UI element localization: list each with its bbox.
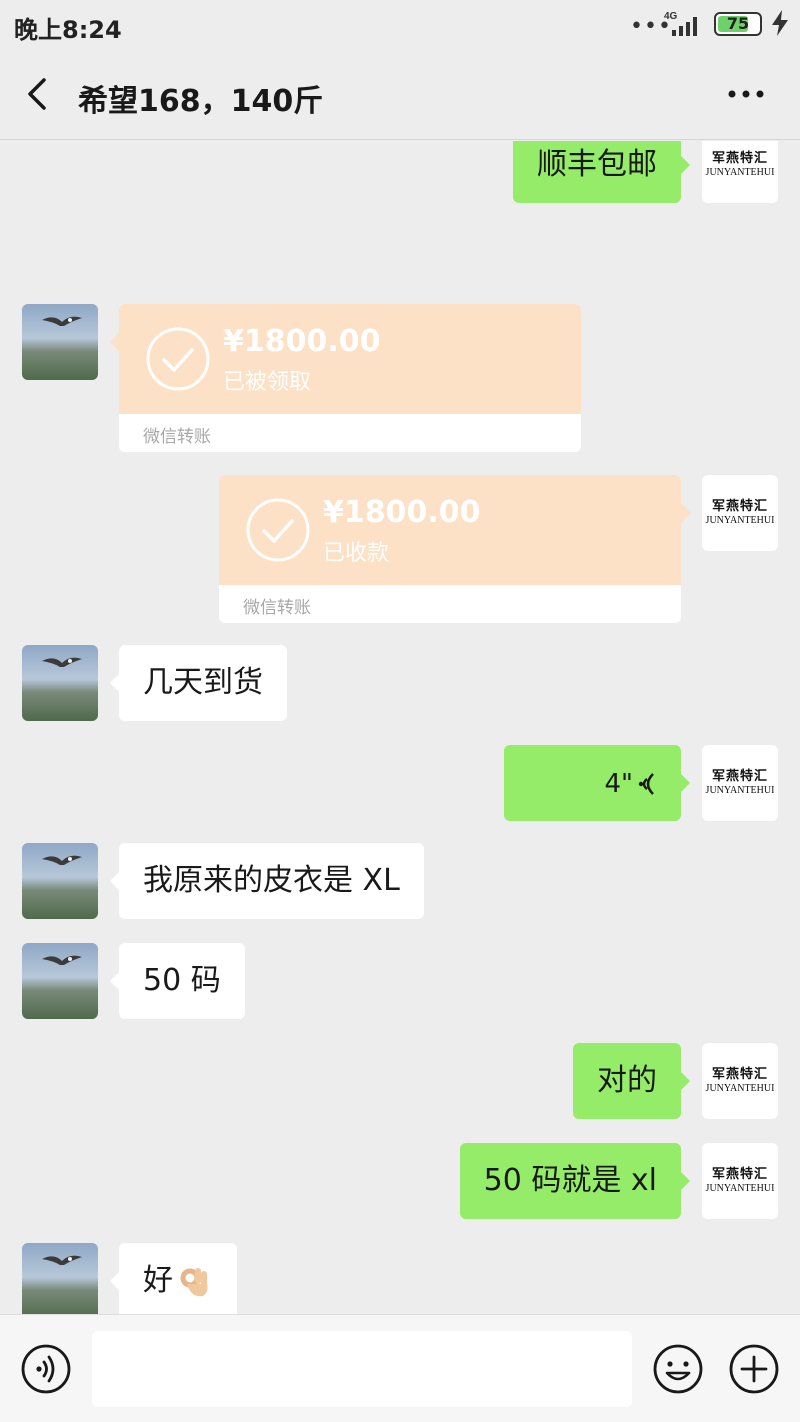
- transfer-label: 微信转账: [143, 427, 211, 447]
- message-bubble[interactable]: 50 码就是 xl: [459, 1143, 691, 1219]
- status-time: 晚上8:24: [14, 16, 122, 44]
- battery-icon: 75: [714, 12, 762, 36]
- message-bubble[interactable]: 我原来的皮衣是 XL: [110, 843, 424, 919]
- transfer-status: 已收款: [323, 541, 390, 566]
- eagle-image: [42, 316, 82, 326]
- my-avatar[interactable]: 军燕特汇 JUNYANTEHUI: [702, 141, 778, 203]
- emoji-icon[interactable]: [652, 1343, 704, 1395]
- transfer-card[interactable]: ¥1800.00 已收款 微信转账: [219, 475, 681, 623]
- message-bubble[interactable]: 50 码: [110, 943, 245, 1019]
- message-bubble[interactable]: 对的: [573, 1043, 690, 1119]
- signal-icon: 4G: [664, 11, 697, 36]
- avatar-logo-text: 军燕特汇: [711, 1167, 768, 1182]
- more-options-icon[interactable]: [724, 72, 768, 116]
- chat-title: 希望168，140斤: [78, 84, 324, 119]
- message-input[interactable]: [92, 1331, 632, 1407]
- transfer-label: 微信转账: [243, 598, 311, 618]
- charging-bolt-icon: [772, 10, 788, 36]
- avatar-logo-subtext: JUNYANTEHUI: [705, 167, 775, 178]
- voice-wave-icon: [638, 772, 654, 795]
- transfer-amount: ¥1800.00: [323, 495, 481, 530]
- avatar-logo-subtext: JUNYANTEHUI: [705, 1183, 775, 1194]
- contact-avatar[interactable]: [22, 843, 98, 919]
- avatar-logo-subtext: JUNYANTEHUI: [705, 785, 775, 796]
- status-bar: 晚上8:24 ••• 4G 75: [0, 0, 800, 50]
- avatar-logo-text: 军燕特汇: [711, 499, 768, 514]
- eagle-image: [42, 855, 82, 865]
- network-label: 4G: [664, 11, 678, 22]
- my-avatar[interactable]: 军燕特汇 JUNYANTEHUI: [702, 1143, 778, 1219]
- eagle-image: [42, 657, 82, 667]
- battery-level: 75: [726, 14, 750, 33]
- transfer-card[interactable]: ¥1800.00 已被领取 微信转账: [119, 304, 581, 452]
- contact-avatar[interactable]: [22, 304, 98, 380]
- contact-avatar[interactable]: [22, 943, 98, 1019]
- check-circle-icon: [246, 498, 310, 562]
- voice-message[interactable]: 4": [504, 745, 690, 821]
- message-list[interactable]: 军燕特汇 JUNYANTEHUI 顺丰包邮 ¥1800.00 已被领取 微信转账…: [0, 141, 800, 1314]
- eagle-image: [42, 955, 82, 965]
- contact-avatar[interactable]: [22, 1243, 98, 1314]
- contact-avatar[interactable]: [22, 645, 98, 721]
- back-arrow-icon[interactable]: [20, 74, 56, 114]
- my-avatar[interactable]: 军燕特汇 JUNYANTEHUI: [702, 1043, 778, 1119]
- input-bar: [0, 1314, 800, 1422]
- message-bubble[interactable]: 几天到货: [110, 645, 287, 721]
- my-avatar[interactable]: 军燕特汇 JUNYANTEHUI: [702, 475, 778, 551]
- transfer-amount: ¥1800.00: [223, 324, 381, 359]
- avatar-logo-subtext: JUNYANTEHUI: [705, 1083, 775, 1094]
- avatar-logo-text: 军燕特汇: [711, 769, 768, 784]
- transfer-status: 已被领取: [223, 370, 312, 395]
- avatar-logo-text: 军燕特汇: [711, 1067, 768, 1082]
- ok-hand-emoji: [180, 1267, 208, 1296]
- avatar-logo-subtext: JUNYANTEHUI: [705, 515, 775, 526]
- message-text: 好: [143, 1263, 173, 1298]
- message-bubble[interactable]: 顺丰包邮: [513, 141, 690, 203]
- voice-duration: 4": [604, 769, 633, 799]
- my-avatar[interactable]: 军燕特汇 JUNYANTEHUI: [702, 745, 778, 821]
- avatar-logo-text: 军燕特汇: [711, 151, 768, 166]
- message-bubble[interactable]: 好: [110, 1243, 237, 1314]
- plus-icon[interactable]: [728, 1343, 780, 1395]
- voice-input-icon[interactable]: [20, 1343, 72, 1395]
- eagle-image: [42, 1255, 82, 1265]
- check-circle-icon: [146, 327, 210, 391]
- chat-header: 希望168，140斤: [0, 50, 800, 140]
